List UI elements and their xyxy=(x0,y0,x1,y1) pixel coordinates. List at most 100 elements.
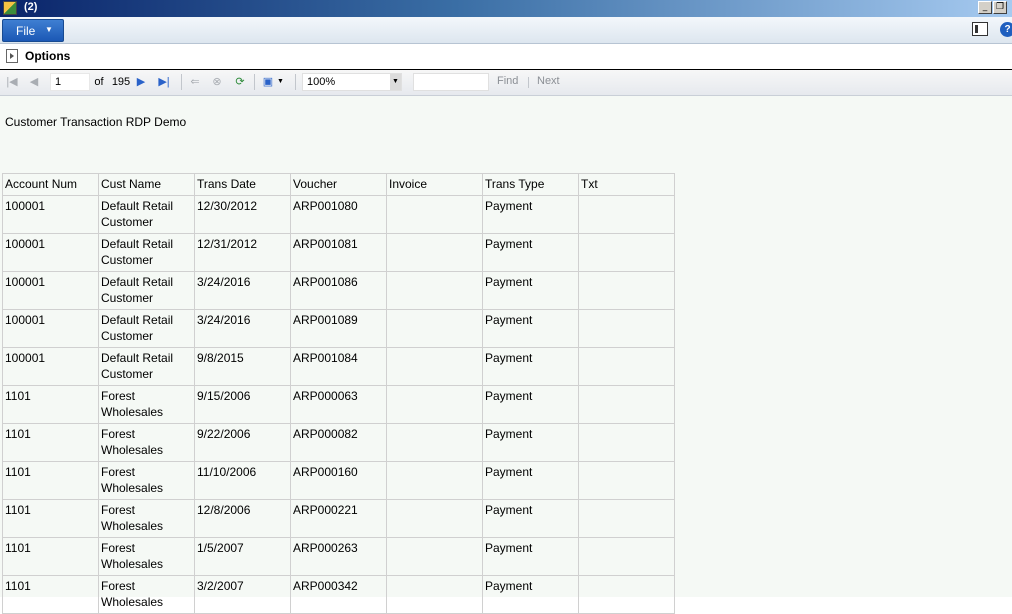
column-header-voucher: Voucher xyxy=(290,173,387,196)
help-icon[interactable]: ? xyxy=(1000,22,1012,37)
column-header-trans-type: Trans Type xyxy=(482,173,579,196)
table-row: 100001 Default Retail Customer 3/24/2016 AR… xyxy=(2,309,675,348)
cell-account-num: 100001 xyxy=(2,347,99,386)
cell-voucher: ARP000342 xyxy=(290,575,387,614)
next-link[interactable]: Next xyxy=(537,75,560,87)
back-icon[interactable]: ⇐ xyxy=(188,74,202,90)
cell-cust-name: Default Retail Customer xyxy=(98,271,195,310)
cell-voucher: ARP001084 xyxy=(290,347,387,386)
cell-cust-name: Forest Wholesales xyxy=(98,385,195,424)
cell-invoice xyxy=(386,575,483,614)
cell-txt xyxy=(578,271,675,310)
cell-txt xyxy=(578,195,675,234)
cell-invoice xyxy=(386,461,483,500)
previous-page-icon[interactable]: ◀ xyxy=(28,74,40,90)
cell-trans-date: 3/2/2007 xyxy=(194,575,291,614)
cell-trans-type: Payment xyxy=(482,499,579,538)
table-body: 100001 Default Retail Customer 12/30/2012 A… xyxy=(2,195,675,614)
cell-txt xyxy=(578,461,675,500)
export-save-icon[interactable]: ▣ xyxy=(260,74,276,90)
minimize-icon[interactable]: _ xyxy=(978,1,992,14)
cell-voucher: ARP000160 xyxy=(290,461,387,500)
toolbar-separator xyxy=(254,74,255,90)
zoom-select[interactable]: 100% ▼ xyxy=(302,73,402,91)
app-icon xyxy=(3,1,17,15)
cell-cust-name: Default Retail Customer xyxy=(98,195,195,234)
cell-cust-name: Forest Wholesales xyxy=(98,499,195,538)
report-viewer[interactable]: Customer Transaction RDP Demo Account Nu… xyxy=(0,96,1012,614)
cell-trans-date: 9/15/2006 xyxy=(194,385,291,424)
table-row: 1101 Forest Wholesales 3/2/2007 ARP000342 Pa… xyxy=(2,575,675,614)
cell-invoice xyxy=(386,347,483,386)
column-header-invoice: Invoice xyxy=(386,173,483,196)
of-label: of xyxy=(94,76,104,88)
cell-account-num: 1101 xyxy=(2,575,99,614)
report-toolbar: |◀ ◀ 1 of 195 ▶ ▶| ⇐ ⊗ ⟳ ▣ ▼ 100% ▼ Find… xyxy=(0,70,1012,96)
cell-voucher: ARP001089 xyxy=(290,309,387,348)
cell-trans-date: 1/5/2007 xyxy=(194,537,291,576)
cell-account-num: 1101 xyxy=(2,537,99,576)
find-text-input[interactable] xyxy=(413,73,489,91)
cell-trans-type: Payment xyxy=(482,309,579,348)
cell-trans-type: Payment xyxy=(482,195,579,234)
refresh-icon[interactable]: ⟳ xyxy=(232,74,248,90)
cell-trans-date: 3/24/2016 xyxy=(194,271,291,310)
file-menu-label: File xyxy=(16,24,36,38)
page-number-input[interactable]: 1 xyxy=(50,73,90,91)
restore-icon[interactable]: ❐ xyxy=(993,1,1007,14)
cell-account-num: 100001 xyxy=(2,271,99,310)
table-header-row: Account Num Cust Name Trans Date Voucher… xyxy=(2,173,675,196)
cell-voucher: ARP000082 xyxy=(290,423,387,462)
first-page-icon[interactable]: |◀ xyxy=(5,74,19,90)
cell-trans-date: 9/22/2006 xyxy=(194,423,291,462)
layout-pane-icon[interactable] xyxy=(972,22,988,36)
cell-account-num: 100001 xyxy=(2,309,99,348)
cell-txt xyxy=(578,347,675,386)
cell-txt xyxy=(578,233,675,272)
cell-voucher: ARP001086 xyxy=(290,271,387,310)
export-dropdown-icon[interactable]: ▼ xyxy=(276,74,285,90)
cell-invoice xyxy=(386,195,483,234)
cell-trans-date: 9/8/2015 xyxy=(194,347,291,386)
cell-invoice xyxy=(386,385,483,424)
column-header-account-num: Account Num xyxy=(2,173,99,196)
cell-trans-type: Payment xyxy=(482,537,579,576)
cell-invoice xyxy=(386,537,483,576)
chevron-down-icon[interactable]: ▼ xyxy=(390,74,401,90)
cell-invoice xyxy=(386,309,483,348)
cell-cust-name: Default Retail Customer xyxy=(98,347,195,386)
cell-account-num: 1101 xyxy=(2,423,99,462)
cell-cust-name: Forest Wholesales xyxy=(98,423,195,462)
options-bar: Options xyxy=(0,44,1012,70)
cell-invoice xyxy=(386,233,483,272)
cell-account-num: 100001 xyxy=(2,195,99,234)
cell-trans-date: 12/8/2006 xyxy=(194,499,291,538)
toolbar-separator xyxy=(528,77,529,88)
cell-trans-type: Payment xyxy=(482,423,579,462)
cell-trans-date: 11/10/2006 xyxy=(194,461,291,500)
cell-trans-type: Payment xyxy=(482,461,579,500)
stop-icon[interactable]: ⊗ xyxy=(209,74,225,90)
cell-trans-type: Payment xyxy=(482,271,579,310)
cell-txt xyxy=(578,309,675,348)
cell-txt xyxy=(578,385,675,424)
find-link[interactable]: Find xyxy=(497,75,518,87)
window-title-bar: (2) _ ❐ xyxy=(0,0,1012,17)
column-header-trans-date: Trans Date xyxy=(194,173,291,196)
cell-cust-name: Forest Wholesales xyxy=(98,537,195,576)
cell-txt xyxy=(578,499,675,538)
options-label[interactable]: Options xyxy=(25,49,70,63)
file-menu-button[interactable]: File ▼ xyxy=(2,19,64,42)
cell-account-num: 1101 xyxy=(2,385,99,424)
cell-cust-name: Default Retail Customer xyxy=(98,233,195,272)
cell-trans-type: Payment xyxy=(482,385,579,424)
options-expand-icon[interactable] xyxy=(6,49,18,63)
cell-trans-type: Payment xyxy=(482,347,579,386)
cell-account-num: 1101 xyxy=(2,499,99,538)
cell-account-num: 100001 xyxy=(2,233,99,272)
table-row: 100001 Default Retail Customer 12/30/2012 A… xyxy=(2,195,675,234)
total-pages: 195 xyxy=(111,76,131,88)
last-page-icon[interactable]: ▶| xyxy=(156,74,172,90)
next-page-icon[interactable]: ▶ xyxy=(135,74,147,90)
cell-voucher: ARP000263 xyxy=(290,537,387,576)
